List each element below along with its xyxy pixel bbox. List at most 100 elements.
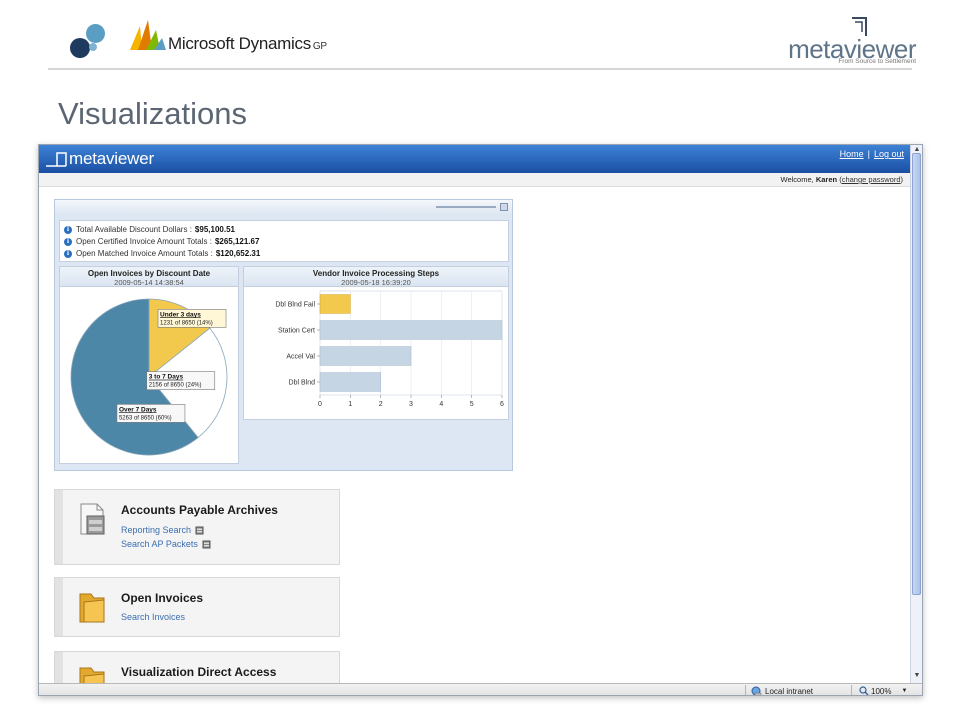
category-label: Station Cert bbox=[278, 328, 315, 335]
x-tick-label: 4 bbox=[439, 401, 443, 408]
stat-line: i Open Certified Invoice Amount Totals :… bbox=[64, 236, 504, 248]
x-tick-label: 2 bbox=[379, 401, 383, 408]
welcome-bar: Welcome, Karen (change password) bbox=[39, 173, 911, 187]
pie-label-title: Over 7 Days bbox=[119, 406, 157, 413]
metaviewer-corner-logo: metaviewer From Source to Settlement bbox=[776, 16, 916, 68]
ap-archives-title: Accounts Payable Archives bbox=[121, 503, 278, 517]
stat-value: $95,100.51 bbox=[194, 225, 235, 234]
stat-label: Open Certified Invoice Amount Totals : bbox=[76, 237, 212, 246]
dashboard-toolbar bbox=[55, 200, 512, 214]
status-bar: Local intranet 100% ▼ bbox=[39, 683, 922, 696]
x-tick-label: 5 bbox=[470, 401, 474, 408]
security-zone[interactable]: Local intranet bbox=[751, 686, 814, 696]
stat-line: i Open Matched Invoice Amount Totals : $… bbox=[64, 248, 504, 260]
card-strip bbox=[55, 490, 63, 564]
info-icon: i bbox=[64, 238, 72, 246]
pie-chart-header: Open Invoices by Discount Date 2009-05-1… bbox=[60, 267, 238, 287]
app-header-bar: metaviewer Home | Log out bbox=[39, 145, 922, 173]
search-invoices-link[interactable]: Search Invoices bbox=[121, 612, 185, 622]
bar[interactable] bbox=[319, 372, 381, 392]
app-nav: Home | Log out bbox=[840, 149, 904, 159]
stats-box: i Total Available Discount Dollars : $95… bbox=[59, 220, 509, 262]
scroll-down-icon[interactable]: ▼ bbox=[912, 671, 922, 680]
vertical-scrollbar[interactable]: ▲ ▼ bbox=[910, 145, 922, 683]
slider-track bbox=[436, 206, 496, 208]
open-invoices-title: Open Invoices bbox=[121, 591, 204, 605]
pie-chart[interactable]: Under 3 days 1231 of 8650 (14%) 3 to 7 Day… bbox=[60, 287, 238, 463]
file-cabinet-mini-icon bbox=[202, 540, 211, 548]
bar[interactable] bbox=[319, 294, 351, 314]
bar[interactable] bbox=[319, 346, 412, 366]
dot-small bbox=[89, 43, 97, 51]
pie-label-detail: 2156 of 8650 (24%) bbox=[149, 383, 202, 389]
stat-value: $120,652.31 bbox=[215, 249, 261, 258]
bar[interactable] bbox=[319, 320, 503, 340]
x-tick-label: 3 bbox=[409, 401, 413, 408]
zoom-level: 100% bbox=[871, 686, 892, 696]
folder-icon bbox=[79, 593, 105, 623]
category-label: Dbl Blnd bbox=[289, 380, 316, 387]
file-cabinet-icon bbox=[80, 503, 105, 535]
x-tick-label: 0 bbox=[318, 401, 322, 408]
change-password-link[interactable]: change password bbox=[842, 175, 901, 184]
metaviewer-tagline: From Source to Settlement bbox=[838, 58, 916, 65]
dashboard-slider[interactable] bbox=[436, 203, 508, 211]
search-ap-packets-link[interactable]: Search AP Packets bbox=[121, 539, 211, 549]
category-label: Accel Val bbox=[286, 354, 315, 361]
pie-chart-panel: Open Invoices by Discount Date 2009-05-1… bbox=[59, 266, 239, 464]
scrollbar-thumb[interactable] bbox=[912, 153, 921, 595]
dot-light bbox=[86, 24, 105, 43]
stat-label: Open Matched Invoice Amount Totals : bbox=[76, 249, 213, 258]
pie-label-detail: 1231 of 8650 (14%) bbox=[160, 320, 213, 326]
bar-chart[interactable]: 0 1 2 3 4 5 6 Dbl Blnd Fail Station Cert Accel Va… bbox=[244, 287, 508, 419]
pie-label-detail: 5263 of 8650 (60%) bbox=[119, 415, 172, 421]
ms-logo-suffix: GP bbox=[312, 41, 327, 52]
app-logo-text: metaviewer bbox=[69, 149, 154, 168]
stat-value: $265,121.67 bbox=[214, 237, 260, 246]
bar-chart-panel: Vendor Invoice Processing Steps 2009-05-… bbox=[243, 266, 509, 420]
pie-label-title: 3 to 7 Days bbox=[149, 374, 184, 381]
dot-dark bbox=[70, 38, 90, 58]
security-zone-label: Local intranet bbox=[765, 686, 814, 696]
chevron-down-icon[interactable]: ▼ bbox=[901, 688, 907, 694]
user-name: Karen bbox=[815, 175, 838, 184]
browser-window: metaviewer Home | Log out Welcome, Karen (… bbox=[38, 144, 923, 696]
slider-handle[interactable] bbox=[500, 203, 508, 211]
search-ap-packets-label: Search AP Packets bbox=[121, 539, 198, 549]
card-strip bbox=[55, 578, 63, 636]
pie-chart-timestamp: 2009-05-14 14:38:54 bbox=[114, 278, 184, 287]
ap-archives-card: Accounts Payable Archives Reporting Sear… bbox=[54, 489, 340, 565]
x-tick-label: 1 bbox=[348, 401, 352, 408]
slide-title: Visualizations bbox=[58, 96, 247, 131]
stat-label: Total Available Discount Dollars : bbox=[76, 225, 192, 234]
bar-chart-timestamp: 2009-05-18 16:39:20 bbox=[341, 278, 411, 287]
welcome-prefix: Welcome, bbox=[780, 175, 814, 184]
category-label: Dbl Blnd Fail bbox=[275, 302, 315, 309]
reporting-search-link[interactable]: Reporting Search bbox=[121, 525, 204, 535]
reporting-search-label: Reporting Search bbox=[121, 525, 192, 535]
home-link[interactable]: Home bbox=[840, 149, 864, 159]
intranet-globe-icon bbox=[751, 686, 762, 695]
app-logo[interactable]: metaviewer bbox=[45, 148, 154, 170]
search-invoices-label: Search Invoices bbox=[121, 612, 186, 622]
status-divider bbox=[745, 685, 746, 695]
visualization-access-title: Visualization Direct Access bbox=[121, 665, 277, 679]
file-cabinet-mini-icon bbox=[195, 526, 204, 534]
nav-separator: | bbox=[867, 149, 870, 159]
zoom-magnifier-icon bbox=[859, 686, 869, 695]
status-divider bbox=[851, 685, 852, 695]
metaviewer-logo-icon bbox=[46, 152, 67, 167]
slide-header: Microsoft Dynamics GP metaviewer From Sou… bbox=[0, 0, 960, 72]
dashboard-panel: i Total Available Discount Dollars : $95… bbox=[54, 199, 513, 471]
info-icon: i bbox=[64, 250, 72, 258]
ms-logo-text: Microsoft Dynamics bbox=[168, 34, 311, 53]
zoom-control[interactable]: 100% ▼ bbox=[859, 686, 907, 696]
dynamics-flag-icon bbox=[130, 20, 166, 50]
x-tick-label: 6 bbox=[500, 401, 504, 408]
decorative-dots bbox=[70, 24, 110, 60]
logout-link[interactable]: Log out bbox=[874, 149, 904, 159]
bar-chart-header: Vendor Invoice Processing Steps 2009-05-… bbox=[244, 267, 508, 287]
microsoft-dynamics-logo: Microsoft Dynamics GP bbox=[128, 16, 328, 56]
header-divider bbox=[48, 68, 912, 70]
pie-label-title: Under 3 days bbox=[160, 311, 201, 318]
